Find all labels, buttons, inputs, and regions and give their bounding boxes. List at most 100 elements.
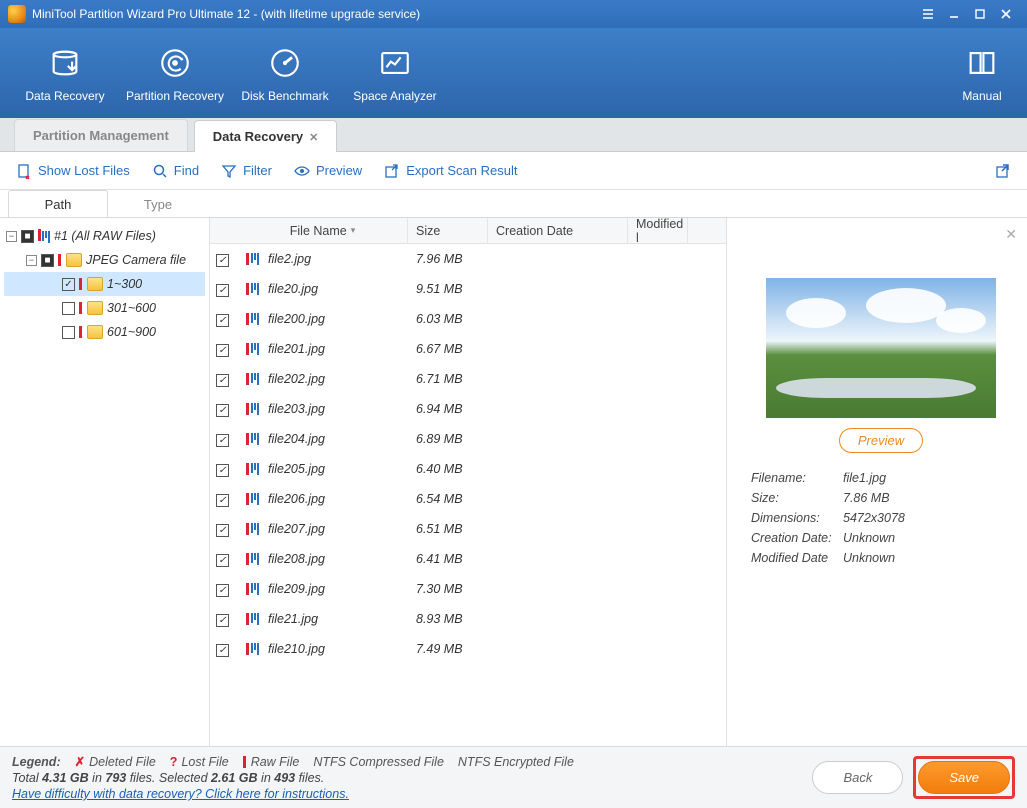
preview-panel: ✕ Preview Filename:file1.jpg Size:7.86 M…	[727, 218, 1027, 746]
sort-icon: ▾	[351, 225, 356, 236]
file-row[interactable]: ✓ file209.jpg 7.30 MB	[210, 574, 726, 604]
space-analyzer-icon	[340, 43, 450, 83]
help-link[interactable]: Have difficulty with data recovery? Clic…	[12, 787, 349, 801]
file-size: 7.30 MB	[408, 582, 488, 596]
checkbox[interactable]: ✓	[216, 554, 229, 567]
tree-range-2[interactable]: 301~600	[4, 296, 205, 320]
save-button[interactable]: Save	[918, 761, 1010, 794]
checkbox[interactable]: ✓	[216, 434, 229, 447]
share-button[interactable]	[995, 163, 1011, 179]
checkbox[interactable]	[62, 326, 75, 339]
show-lost-files-button[interactable]: Show Lost Files	[16, 163, 130, 179]
collapse-icon[interactable]: −	[26, 255, 37, 266]
minimize-icon[interactable]	[941, 4, 967, 24]
export-scan-button[interactable]: Export Scan Result	[384, 163, 517, 179]
close-preview-icon[interactable]: ✕	[1005, 226, 1017, 243]
app-logo-icon	[8, 5, 26, 23]
file-row[interactable]: ✓file210.jpg7.49 MB	[210, 634, 726, 664]
window-title: MiniTool Partition Wizard Pro Ultimate 1…	[32, 7, 420, 21]
open-preview-button[interactable]: Preview	[839, 428, 923, 453]
raw-file-icon	[246, 312, 262, 326]
checkbox[interactable]	[62, 302, 75, 315]
checkbox[interactable]: ✓	[216, 404, 229, 417]
collapse-icon[interactable]: −	[6, 231, 17, 242]
ribbon-partition-recovery[interactable]: Partition Recovery	[120, 43, 230, 103]
column-size[interactable]: Size	[408, 218, 488, 243]
tab-type[interactable]: Type	[108, 190, 208, 217]
file-row[interactable]: ✓file21.jpg8.93 MB	[210, 604, 726, 634]
checkbox[interactable]: ■	[21, 230, 34, 243]
tree-root[interactable]: − ■ #1 (All RAW Files)	[4, 224, 205, 248]
file-size: 9.51 MB	[408, 282, 488, 296]
filter-button[interactable]: Filter	[221, 163, 272, 179]
meta-value: 7.86 MB	[843, 491, 890, 505]
file-row[interactable]: ✓file20.jpg9.51 MB	[210, 274, 726, 304]
data-recovery-icon	[10, 43, 120, 83]
find-button[interactable]: Find	[152, 163, 199, 179]
checkbox[interactable]: ✓	[216, 464, 229, 477]
ribbon-data-recovery[interactable]: Data Recovery	[10, 43, 120, 103]
file-row[interactable]: ✓file2.jpg7.96 MB	[210, 244, 726, 274]
checkbox[interactable]: ✓	[216, 644, 229, 657]
tree-range-3[interactable]: 601~900	[4, 320, 205, 344]
checkbox[interactable]: ✓	[216, 344, 229, 357]
raw-file-icon	[246, 642, 262, 656]
button-label: Preview	[858, 433, 904, 448]
tab-data-recovery[interactable]: Data Recovery✕	[194, 120, 338, 152]
checkbox[interactable]: ✓	[216, 524, 229, 537]
ribbon-space-analyzer[interactable]: Space Analyzer	[340, 43, 450, 103]
legend-item: Lost File	[181, 755, 228, 769]
folder-icon	[87, 301, 103, 315]
button-label: Back	[843, 770, 872, 785]
checkbox[interactable]: ✓	[216, 614, 229, 627]
checkbox[interactable]: ✓	[216, 494, 229, 507]
ribbon-disk-benchmark[interactable]: Disk Benchmark	[230, 43, 340, 103]
file-name: file2.jpg	[268, 252, 311, 266]
checkbox[interactable]: ✓	[62, 278, 75, 291]
column-modified[interactable]: Modified l	[628, 218, 688, 243]
file-row[interactable]: ✓file201.jpg6.67 MB	[210, 334, 726, 364]
meta-key: Filename:	[751, 471, 843, 485]
file-name: file210.jpg	[268, 642, 325, 656]
preview-button[interactable]: Preview	[294, 163, 362, 179]
file-row[interactable]: ✓file207.jpg6.51 MB	[210, 514, 726, 544]
legend-item: NTFS Compressed File	[313, 755, 444, 769]
tab-partition-management[interactable]: Partition Management	[14, 119, 188, 151]
file-name: file209.jpg	[268, 582, 325, 596]
tree-jpeg[interactable]: − ■ JPEG Camera file	[4, 248, 205, 272]
column-filename[interactable]: File Name ▾	[238, 218, 408, 243]
file-list[interactable]: ✓file2.jpg7.96 MB✓file20.jpg9.51 MB✓file…	[210, 244, 726, 746]
checkbox[interactable]: ✓	[216, 314, 229, 327]
checkbox[interactable]: ✓	[216, 584, 229, 597]
column-creation-date[interactable]: Creation Date	[488, 218, 628, 243]
folder-icon	[66, 253, 82, 267]
file-name: file204.jpg	[268, 432, 325, 446]
checkbox[interactable]: ✓	[216, 284, 229, 297]
raw-marker-icon	[79, 278, 82, 290]
toolbar-label: Filter	[243, 163, 272, 178]
file-row[interactable]: ✓file204.jpg6.89 MB	[210, 424, 726, 454]
file-row[interactable]: ✓file205.jpg6.40 MB	[210, 454, 726, 484]
manual-icon	[947, 43, 1017, 83]
file-row[interactable]: ✓file206.jpg6.54 MB	[210, 484, 726, 514]
checkbox[interactable]: ■	[41, 254, 54, 267]
file-row[interactable]: ✓file202.jpg6.71 MB	[210, 364, 726, 394]
file-row[interactable]: ✓file203.jpg6.94 MB	[210, 394, 726, 424]
raw-icon	[243, 756, 246, 768]
file-row[interactable]: ✓file208.jpg6.41 MB	[210, 544, 726, 574]
checkbox[interactable]: ✓	[216, 254, 229, 267]
maximize-icon[interactable]	[967, 4, 993, 24]
ribbon-manual[interactable]: Manual	[947, 43, 1017, 103]
tree-range-1[interactable]: ✓ 1~300	[4, 272, 205, 296]
file-row[interactable]: ✓file200.jpg6.03 MB	[210, 304, 726, 334]
tab-close-icon[interactable]: ✕	[309, 132, 318, 144]
menu-icon[interactable]	[915, 4, 941, 24]
close-icon[interactable]	[993, 4, 1019, 24]
share-icon	[995, 163, 1011, 179]
checkbox[interactable]: ✓	[216, 374, 229, 387]
meta-value: Unknown	[843, 551, 895, 565]
tab-path[interactable]: Path	[8, 190, 108, 217]
raw-marker-icon	[58, 254, 61, 266]
raw-file-icon	[246, 402, 262, 416]
back-button[interactable]: Back	[812, 761, 903, 794]
